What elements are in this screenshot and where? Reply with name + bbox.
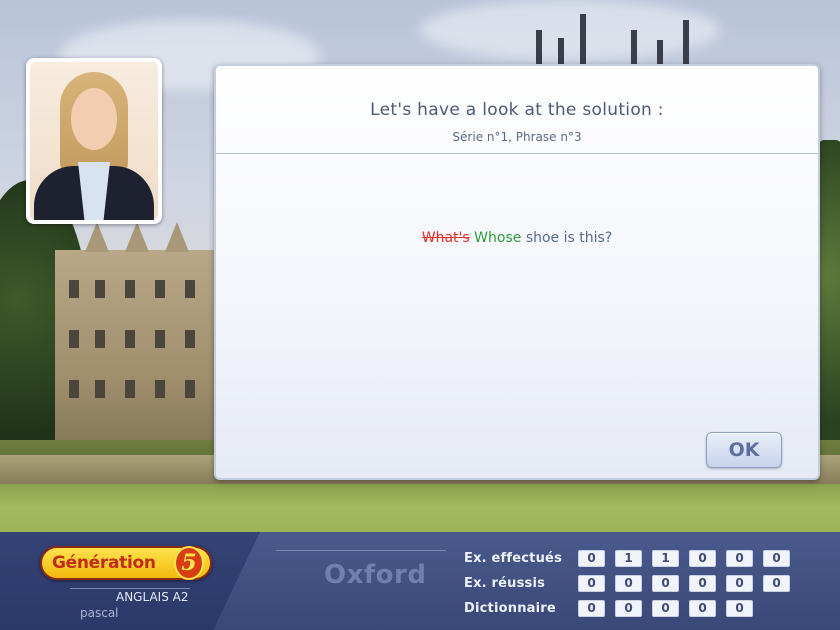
- stats-panel: Ex. effectués 0 1 1 0 0 0 Ex. réussis 0 …: [464, 546, 800, 621]
- logo-text: Génération: [52, 553, 156, 573]
- stat-label: Ex. effectués: [464, 551, 563, 566]
- stat-digit: 0: [615, 600, 642, 617]
- stat-row-dictionnaire: Dictionnaire 0 0 0 0 0: [464, 596, 800, 621]
- stat-row-reussis: Ex. réussis 0 0 0 0 0 0: [464, 571, 800, 596]
- lawn: [0, 484, 840, 532]
- stat-digit: 0: [726, 550, 753, 567]
- dialog-subtitle: Série n°1, Phrase n°3: [452, 130, 582, 144]
- wrong-word: What's: [421, 230, 470, 246]
- stat-digit: 0: [578, 600, 605, 617]
- stat-row-effectues: Ex. effectués 0 1 1 0 0 0: [464, 546, 800, 571]
- stat-digit: 0: [763, 575, 790, 592]
- generation5-logo: Génération 5: [40, 546, 212, 580]
- logo-mark: 5: [174, 546, 204, 580]
- ok-button[interactable]: OK: [706, 432, 782, 468]
- correct-word: Whose: [474, 230, 522, 246]
- solution-dialog: Let's have a look at the solution : Séri…: [214, 64, 820, 480]
- cloud: [420, 0, 720, 60]
- tutor-avatar: [26, 58, 162, 224]
- dialog-header: Let's have a look at the solution : Séri…: [216, 66, 818, 154]
- divider: [276, 550, 446, 551]
- stat-digit: 0: [652, 575, 679, 592]
- stat-digit: 0: [689, 550, 716, 567]
- stat-digit: 0: [726, 600, 753, 617]
- stat-digit: 0: [578, 575, 605, 592]
- tutor-photo: [30, 62, 158, 220]
- bottom-bar: Génération 5 ANGLAIS A2 pascal Oxford Ex…: [0, 532, 840, 630]
- stat-digit: 0: [578, 550, 605, 567]
- stat-digit: 1: [615, 550, 642, 567]
- spire: [683, 20, 689, 70]
- stat-digit: 0: [689, 600, 716, 617]
- user-name: pascal: [80, 606, 119, 620]
- stat-digit: 0: [615, 575, 642, 592]
- spire: [580, 14, 586, 70]
- stat-digit: 0: [726, 575, 753, 592]
- solution-sentence: What's Whose shoe is this?: [216, 230, 818, 246]
- course-label: ANGLAIS A2: [116, 590, 189, 604]
- city-label: Oxford: [324, 560, 427, 590]
- stat-label: Ex. réussis: [464, 576, 546, 591]
- stat-label: Dictionnaire: [464, 601, 556, 616]
- college-building: [55, 222, 225, 470]
- dialog-title: Let's have a look at the solution :: [370, 100, 664, 120]
- divider: [70, 588, 190, 589]
- sentence-rest: shoe is this?: [525, 230, 613, 246]
- stat-digit: 1: [652, 550, 679, 567]
- stat-digit: 0: [763, 550, 790, 567]
- stat-digit: 0: [689, 575, 716, 592]
- stat-digit: 0: [652, 600, 679, 617]
